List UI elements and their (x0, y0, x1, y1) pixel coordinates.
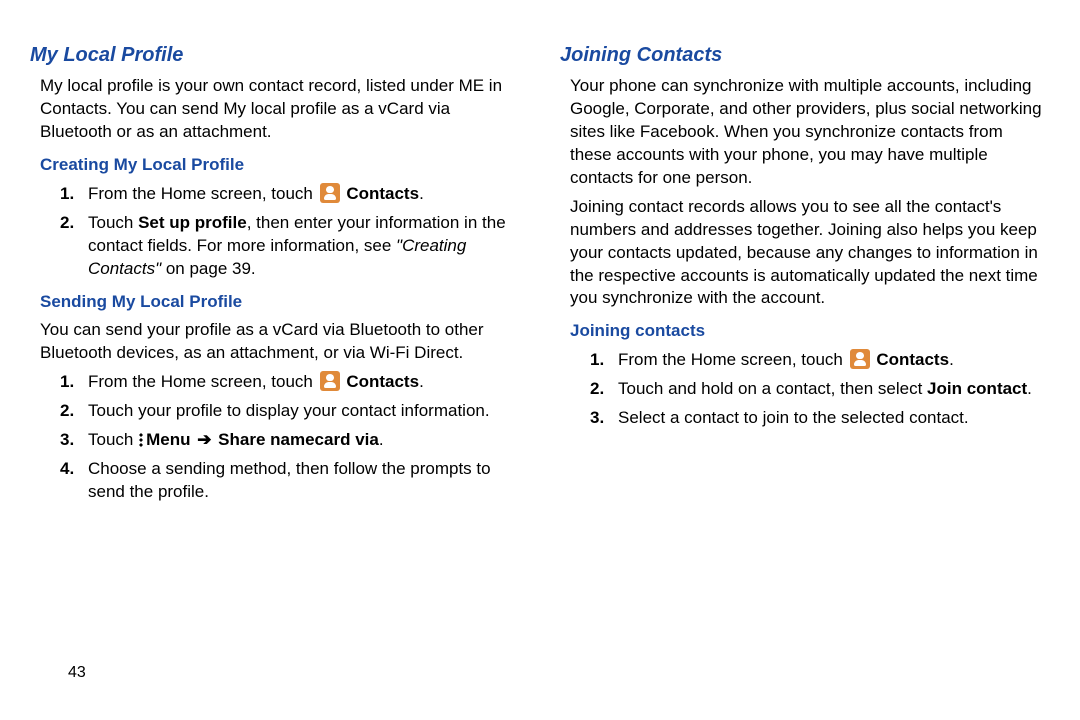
contacts-label: Contacts (872, 350, 949, 369)
bold-text: Set up profile (138, 213, 247, 232)
step: Select a contact to join to the selected… (590, 407, 1050, 430)
contacts-label: Contacts (342, 184, 419, 203)
contacts-label: Contacts (342, 372, 419, 391)
step-text: . (1027, 379, 1032, 398)
step: From the Home screen, touch Contacts. (590, 349, 1050, 372)
heading-joining-contacts: Joining Contacts (560, 42, 1050, 69)
step: Touch your profile to display your conta… (60, 400, 520, 423)
step-text: From the Home screen, touch (618, 350, 848, 369)
step-text: From the Home screen, touch (88, 372, 318, 391)
contacts-icon (320, 371, 340, 391)
steps-joining: From the Home screen, touch Contacts. To… (560, 349, 1050, 430)
step: Touch and hold on a contact, then select… (590, 378, 1050, 401)
step-text: Touch and hold on a contact, then select (618, 379, 927, 398)
heading-sending-profile: Sending My Local Profile (30, 291, 520, 314)
step-text: Touch (88, 430, 138, 449)
page-number: 43 (68, 662, 86, 684)
menu-icon (139, 433, 143, 447)
bold-text: Join contact (927, 379, 1027, 398)
step-text: on page 39. (161, 259, 256, 278)
intro-sending-profile: You can send your profile as a vCard via… (30, 319, 520, 365)
contacts-icon (320, 183, 340, 203)
step-text: . (379, 430, 384, 449)
para-joining-1: Your phone can synchronize with multiple… (560, 75, 1050, 190)
step: Touch Menu ➔ Share namecard via. (60, 429, 520, 452)
contacts-icon (850, 349, 870, 369)
step-text: . (419, 372, 424, 391)
bold-text: Share namecard via (213, 430, 378, 449)
bold-text: Menu (146, 430, 195, 449)
heading-joining-sub: Joining contacts (560, 320, 1050, 343)
manual-page: My Local Profile My local profile is you… (0, 0, 1080, 720)
para-joining-2: Joining contact records allows you to se… (560, 196, 1050, 311)
left-column: My Local Profile My local profile is you… (30, 42, 520, 720)
step: From the Home screen, touch Contacts. (60, 371, 520, 394)
step-text: From the Home screen, touch (88, 184, 318, 203)
step: Touch Set up profile, then enter your in… (60, 212, 520, 281)
heading-creating-profile: Creating My Local Profile (30, 154, 520, 177)
arrow-icon: ➔ (195, 429, 213, 452)
right-column: Joining Contacts Your phone can synchron… (560, 42, 1050, 720)
step: From the Home screen, touch Contacts. (60, 183, 520, 206)
step-text: . (419, 184, 424, 203)
step: Choose a sending method, then follow the… (60, 458, 520, 504)
heading-my-local-profile: My Local Profile (30, 42, 520, 69)
step-text: Touch (88, 213, 138, 232)
steps-creating-profile: From the Home screen, touch Contacts. To… (30, 183, 520, 281)
step-text: . (949, 350, 954, 369)
intro-my-local-profile: My local profile is your own contact rec… (30, 75, 520, 144)
steps-sending-profile: From the Home screen, touch Contacts. To… (30, 371, 520, 504)
